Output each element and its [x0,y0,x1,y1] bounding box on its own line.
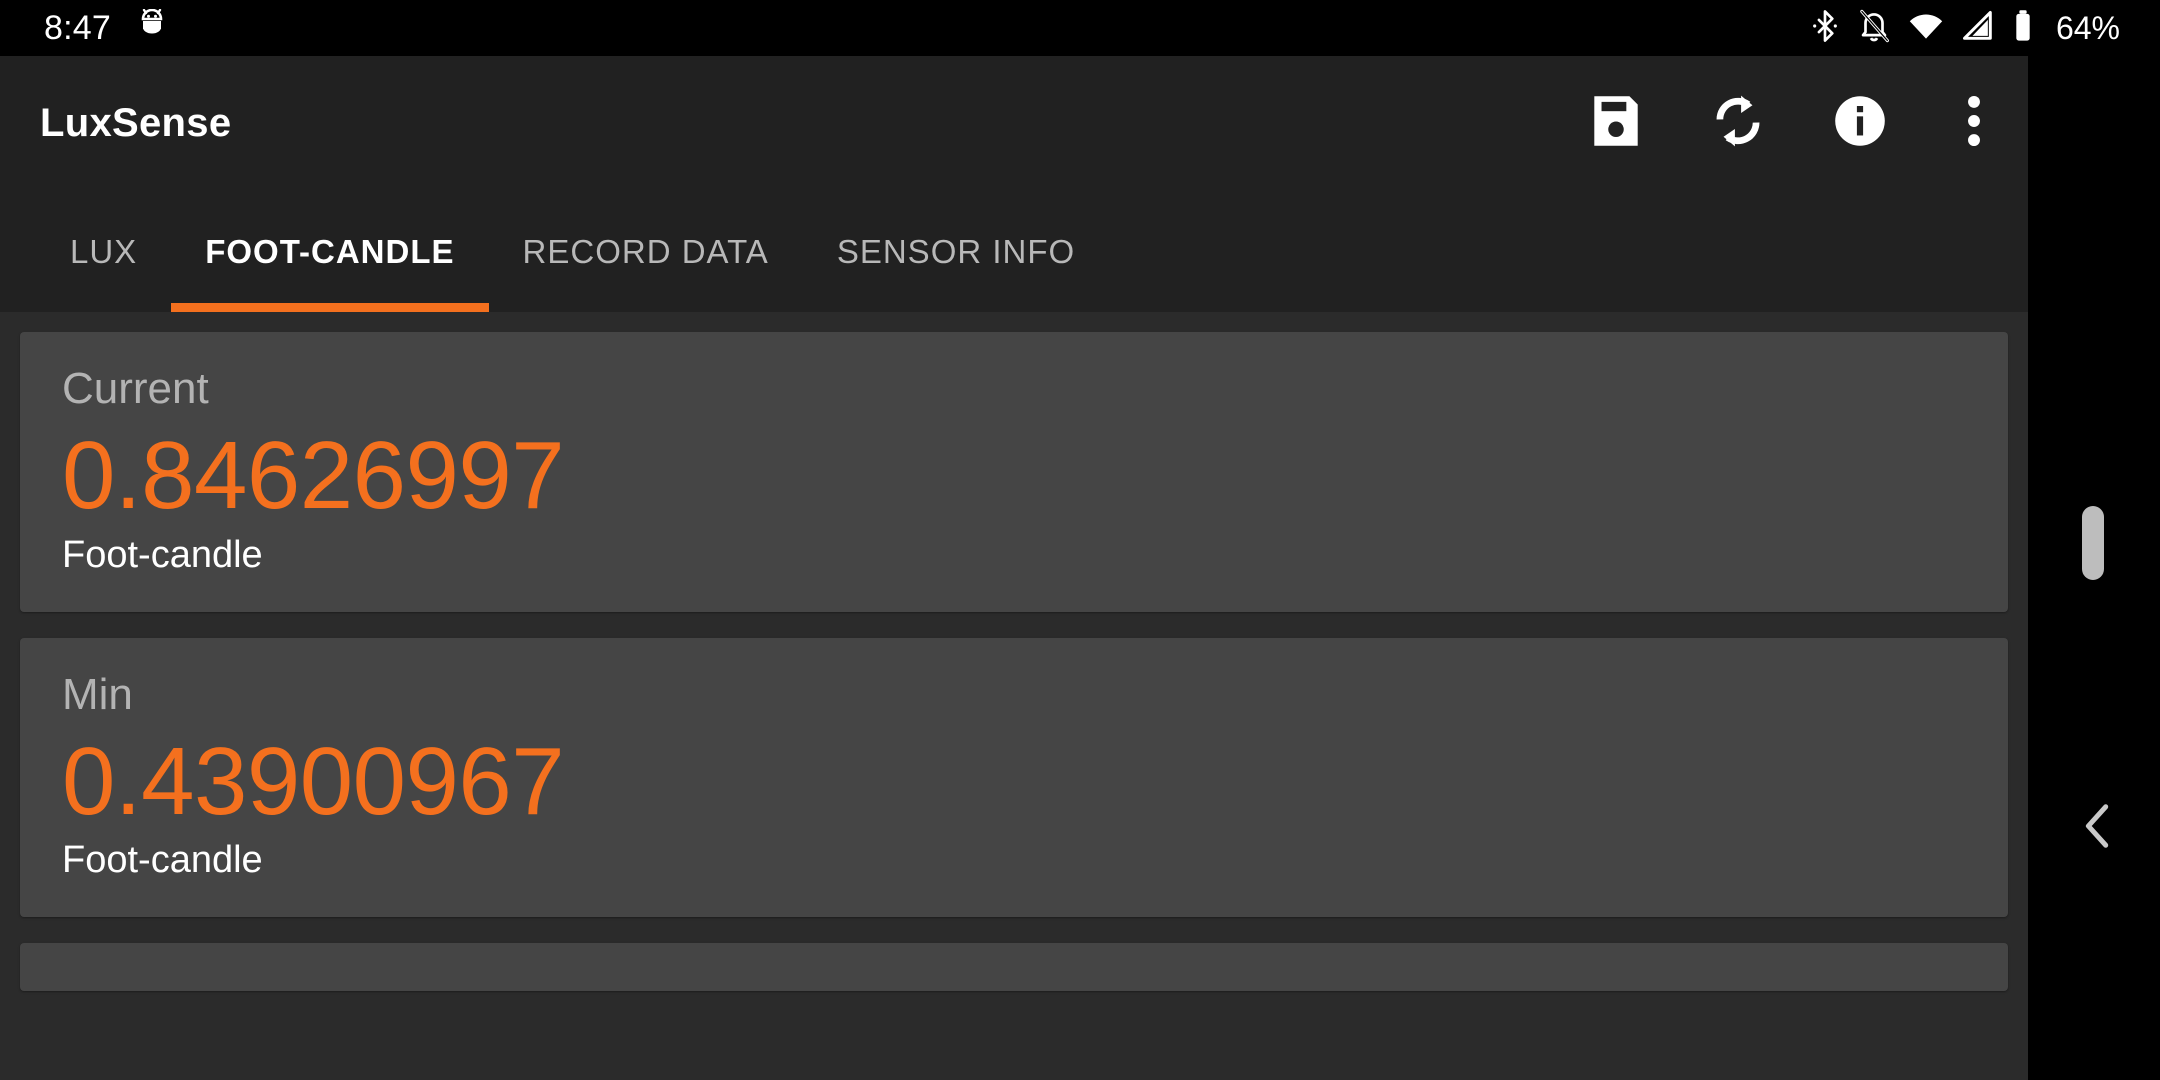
tab-bar: LUX FOOT-CANDLE RECORD DATA SENSOR INFO [0,190,2028,312]
save-floppy-icon [1585,90,1647,157]
measurement-list[interactable]: Current 0.84626997 Foot-candle Min 0.439… [0,312,2028,1080]
card-title: Min [62,669,133,719]
status-bar-right: 64% [1810,9,2120,48]
info-circle-icon [1829,90,1891,157]
refresh-button[interactable] [1702,87,1774,159]
bluetooth-icon [1810,9,1840,48]
tab-label: LUX [70,232,138,270]
info-button[interactable] [1824,87,1896,159]
measurement-card-next-partial[interactable] [20,943,2008,992]
battery-icon [2012,9,2034,48]
phone-screen: 8:47 64% LuxSense LUX FOOT-CANDLE RECORD… [0,0,2160,1080]
measurement-card-current[interactable]: Current 0.84626997 Foot-candle [20,332,2008,612]
vertical-scrollbar-thumb[interactable] [2082,506,2104,580]
refresh-sync-icon [1707,90,1769,157]
app-toolbar: LuxSense [0,56,2028,190]
tab-record-data[interactable]: RECORD DATA [489,190,803,312]
card-value: 0.84626997 [62,422,565,530]
status-bar: 8:47 64% [0,0,2160,56]
android-debug-icon [137,8,167,48]
tab-lux[interactable]: LUX [36,190,171,312]
card-value: 0.43900967 [62,727,565,835]
app-title: LuxSense [40,101,232,145]
overflow-menu-button[interactable] [1946,87,2002,159]
tab-label: SENSOR INFO [836,232,1076,270]
tab-sensor-info[interactable]: SENSOR INFO [803,190,1109,312]
status-bar-left: 8:47 [44,8,167,48]
wifi-icon [1908,9,1944,48]
tab-foot-candle[interactable]: FOOT-CANDLE [171,190,489,312]
more-vertical-icon [1965,90,1983,157]
notifications-silenced-icon [1858,9,1890,48]
battery-percent-label: 64% [2055,10,2120,46]
toolbar-actions [1580,87,2002,159]
tab-label: RECORD DATA [522,232,769,270]
app-window: LuxSense LUX FOOT-CANDLE RECORD DATA SEN… [0,56,2028,1080]
status-bar-clock: 8:47 [44,9,111,47]
save-button[interactable] [1580,87,1652,159]
card-unit: Foot-candle [62,533,263,576]
card-title: Current [62,364,209,413]
tab-label: FOOT-CANDLE [205,232,455,270]
system-navigation-strip [2028,56,2160,1080]
measurement-card-min[interactable]: Min 0.43900967 Foot-candle [20,637,2008,918]
card-unit: Foot-candle [62,839,263,882]
cellular-signal-icon [1962,9,1994,48]
back-chevron-icon[interactable] [2078,801,2118,851]
